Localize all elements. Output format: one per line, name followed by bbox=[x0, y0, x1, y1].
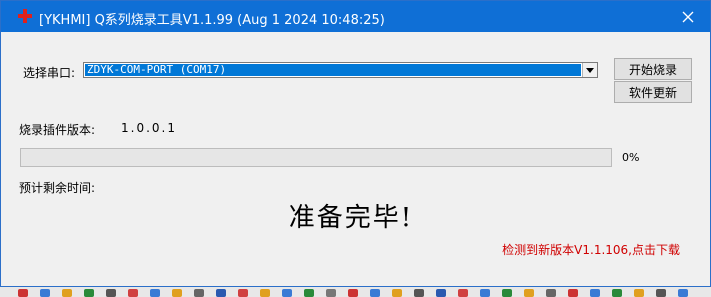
taskbar-app-icon[interactable] bbox=[238, 289, 248, 297]
taskbar-app-icon[interactable] bbox=[260, 289, 270, 297]
port-selected-value: ZDYK-COM-PORT (COM17) bbox=[85, 64, 581, 76]
taskbar-app-icon[interactable] bbox=[370, 289, 380, 297]
taskbar-app-icon[interactable] bbox=[524, 289, 534, 297]
taskbar-app-icon[interactable] bbox=[480, 289, 490, 297]
taskbar-app-icon[interactable] bbox=[326, 289, 336, 297]
taskbar-app-icon[interactable] bbox=[612, 289, 622, 297]
close-button[interactable] bbox=[666, 1, 710, 32]
title-bar[interactable]: [YKHMI] Q系列烧录工具V1.1.99 (Aug 1 2024 10:48… bbox=[1, 1, 710, 32]
update-software-button[interactable]: 软件更新 bbox=[614, 81, 692, 103]
taskbar-app-icon[interactable] bbox=[414, 289, 424, 297]
port-select[interactable]: ZDYK-COM-PORT (COM17) bbox=[83, 62, 598, 78]
progress-percent: 0% bbox=[622, 151, 640, 164]
status-message: 准备完毕! bbox=[288, 203, 414, 233]
port-dropdown-button[interactable] bbox=[582, 63, 597, 77]
taskbar-app-icon[interactable] bbox=[282, 289, 292, 297]
taskbar-app-icon[interactable] bbox=[128, 289, 138, 297]
taskbar-app-icon[interactable] bbox=[392, 289, 402, 297]
burn-progress-bar bbox=[20, 148, 612, 167]
taskbar-app-icon[interactable] bbox=[590, 289, 600, 297]
red-cross-icon bbox=[18, 9, 32, 23]
plugin-version-label: 烧录插件版本: bbox=[19, 123, 96, 137]
taskbar-app-icon[interactable] bbox=[18, 289, 28, 297]
taskbar-app-icon[interactable] bbox=[106, 289, 116, 297]
taskbar-app-icon[interactable] bbox=[634, 289, 644, 297]
taskbar-app-icon[interactable] bbox=[172, 289, 182, 297]
taskbar-app-icon[interactable] bbox=[656, 289, 666, 297]
taskbar-app-icon[interactable] bbox=[436, 289, 446, 297]
taskbar-app-icon[interactable] bbox=[546, 289, 556, 297]
plugin-version-value: 1.0.0.1 bbox=[121, 121, 177, 135]
taskbar-app-icon[interactable] bbox=[194, 289, 204, 297]
taskbar-app-icon[interactable] bbox=[40, 289, 50, 297]
taskbar-app-icon[interactable] bbox=[216, 289, 226, 297]
taskbar-app-icon[interactable] bbox=[304, 289, 314, 297]
taskbar-strip bbox=[0, 287, 711, 297]
window-title: [YKHMI] Q系列烧录工具V1.1.99 (Aug 1 2024 10:48… bbox=[39, 13, 385, 28]
chevron-down-icon bbox=[586, 67, 594, 73]
taskbar-app-icon[interactable] bbox=[458, 289, 468, 297]
close-icon bbox=[682, 11, 694, 22]
taskbar-app-icon[interactable] bbox=[678, 289, 688, 297]
port-label: 选择串口: bbox=[23, 66, 76, 80]
taskbar-app-icon[interactable] bbox=[348, 289, 358, 297]
taskbar-app-icon[interactable] bbox=[150, 289, 160, 297]
taskbar-app-icon[interactable] bbox=[62, 289, 72, 297]
new-version-link[interactable]: 检测到新版本V1.1.106,点击下载 bbox=[502, 241, 680, 258]
burn-tool-window: [YKHMI] Q系列烧录工具V1.1.99 (Aug 1 2024 10:48… bbox=[0, 0, 711, 287]
taskbar-app-icon[interactable] bbox=[568, 289, 578, 297]
taskbar-app-icon[interactable] bbox=[502, 289, 512, 297]
start-burn-button[interactable]: 开始烧录 bbox=[614, 58, 692, 80]
remaining-time-label: 预计剩余时间: bbox=[19, 181, 96, 195]
taskbar-app-icon[interactable] bbox=[84, 289, 94, 297]
